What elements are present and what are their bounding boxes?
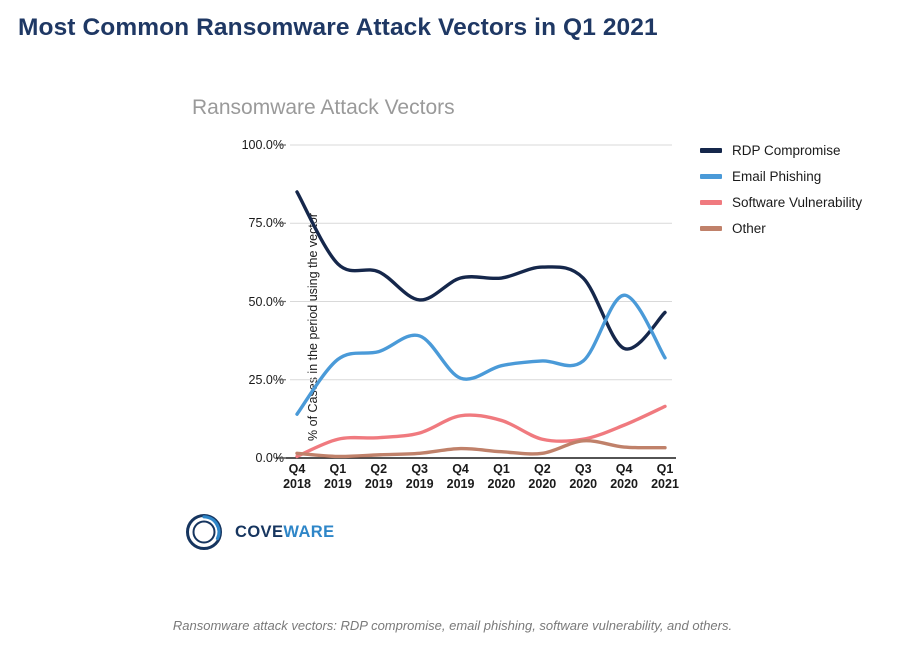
legend-swatch-icon [700,225,722,231]
legend-item-label: Software Vulnerability [732,194,863,210]
chart-figure: Ransomware Attack Vectors % of Cases in … [0,80,905,570]
legend-item-label: Email Phishing [732,168,822,184]
chart-title: Ransomware Attack Vectors [192,96,455,119]
series-line-email-phishing [295,293,667,416]
series-line-other [295,439,667,459]
legend-item-software-vulnerability[interactable]: Software Vulnerability [700,189,900,215]
legend-swatch-icon [700,147,722,153]
page-title: Most Common Ransomware Attack Vectors in… [18,14,658,41]
series-line-rdp-compromise [295,190,667,351]
plot-area [276,144,676,459]
figure-caption: Ransomware attack vectors: RDP compromis… [172,618,733,633]
legend-swatch-icon [700,173,722,179]
y-tick-label: 100.0% [241,138,284,152]
legend-item-other[interactable]: Other [700,215,900,241]
coveware-ring-icon [186,514,222,550]
y-tick-label: 50.0% [248,294,284,309]
legend-item-rdp-compromise[interactable]: RDP Compromise [700,137,900,163]
legend-item-label: Other [732,220,766,236]
y-tick-label: 25.0% [248,372,284,387]
x-tick-year: 2021 [651,477,679,491]
x-axis-tick-labels: Q4 2018 Q1 2019 Q2 2019 Q3 2019 Q4 2019 Q1 2020 Q2 20… [283,462,679,504]
legend-swatch-icon [700,199,722,205]
logo-text-ware: WARE [283,522,335,541]
legend-item-email-phishing[interactable]: Email Phishing [700,163,900,189]
y-tick-label: 75.0% [248,216,284,231]
chart-legend: RDP Compromise Email Phishing Software Vul… [700,137,900,241]
y-axis-tick-labels: % of Cases in the period using the vecto… [218,138,320,465]
logo-text-cove: COVE [235,522,284,541]
legend-item-label: RDP Compromise [732,142,841,158]
line-chart-svg [276,144,676,459]
x-tick-label: Q1 2021 [638,462,692,492]
coveware-logo: COVEWARE [184,512,334,552]
coveware-wordmark: COVEWARE [235,523,334,542]
x-tick-quarter: Q1 [656,462,674,476]
